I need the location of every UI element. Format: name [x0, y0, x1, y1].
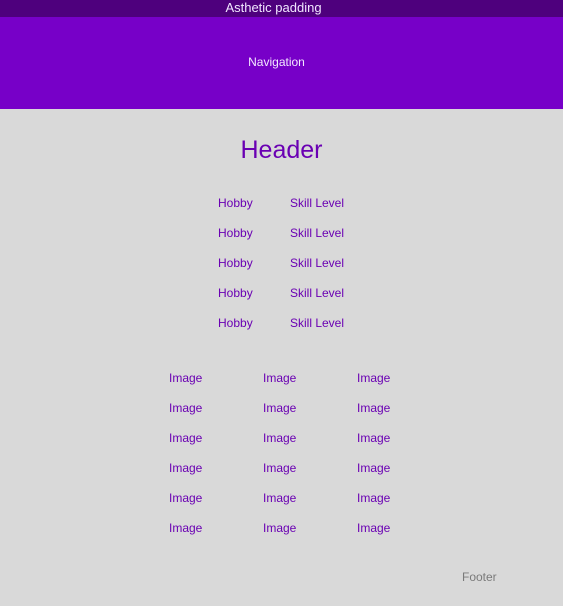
hobby-label: Hobby [218, 226, 253, 240]
skill-level-label: Skill Level [290, 286, 345, 300]
image-placeholder[interactable]: Image [169, 491, 202, 505]
image-placeholder[interactable]: Image [263, 401, 296, 415]
hobby-row: Hobby Skill Level [0, 226, 563, 256]
image-row: Image Image Image [0, 491, 563, 521]
aesthetic-padding-label: Asthetic padding [225, 0, 322, 15]
hobby-row: Hobby Skill Level [0, 196, 563, 226]
image-placeholder[interactable]: Image [169, 521, 202, 535]
navigation-label[interactable]: Navigation [0, 55, 553, 69]
image-placeholder[interactable]: Image [169, 371, 202, 385]
skill-level-label: Skill Level [290, 316, 345, 330]
hobby-row: Hobby Skill Level [0, 286, 563, 316]
hobby-list: Hobby Skill Level Hobby Skill Level Hobb… [0, 196, 563, 346]
image-placeholder[interactable]: Image [357, 461, 390, 475]
image-row: Image Image Image [0, 401, 563, 431]
image-placeholder[interactable]: Image [169, 461, 202, 475]
image-placeholder[interactable]: Image [263, 371, 296, 385]
aesthetic-padding-bar: Asthetic padding [0, 0, 563, 17]
skill-level-label: Skill Level [290, 196, 345, 210]
skill-level-label: Skill Level [290, 256, 345, 270]
navigation-bar[interactable]: Navigation [0, 17, 563, 109]
image-placeholder[interactable]: Image [357, 371, 390, 385]
image-grid: Image Image Image Image Image Image Imag… [0, 371, 563, 551]
image-placeholder[interactable]: Image [263, 431, 296, 445]
image-placeholder[interactable]: Image [357, 431, 390, 445]
image-placeholder[interactable]: Image [357, 521, 390, 535]
image-placeholder[interactable]: Image [169, 431, 202, 445]
hobby-row: Hobby Skill Level [0, 256, 563, 286]
hobby-row: Hobby Skill Level [0, 316, 563, 346]
image-row: Image Image Image [0, 371, 563, 401]
hobby-label: Hobby [218, 286, 253, 300]
image-placeholder[interactable]: Image [263, 521, 296, 535]
image-row: Image Image Image [0, 461, 563, 491]
page-header: Header [240, 136, 323, 164]
page: Asthetic padding Navigation Header Hobby… [0, 0, 563, 606]
hobby-label: Hobby [218, 256, 253, 270]
image-placeholder[interactable]: Image [263, 461, 296, 475]
hobby-label: Hobby [218, 316, 253, 330]
footer-label: Footer [462, 570, 497, 584]
image-row: Image Image Image [0, 431, 563, 461]
image-row: Image Image Image [0, 521, 563, 551]
image-placeholder[interactable]: Image [263, 491, 296, 505]
image-placeholder[interactable]: Image [357, 401, 390, 415]
skill-level-label: Skill Level [290, 226, 345, 240]
image-placeholder[interactable]: Image [357, 491, 390, 505]
image-placeholder[interactable]: Image [169, 401, 202, 415]
hobby-label: Hobby [218, 196, 253, 210]
